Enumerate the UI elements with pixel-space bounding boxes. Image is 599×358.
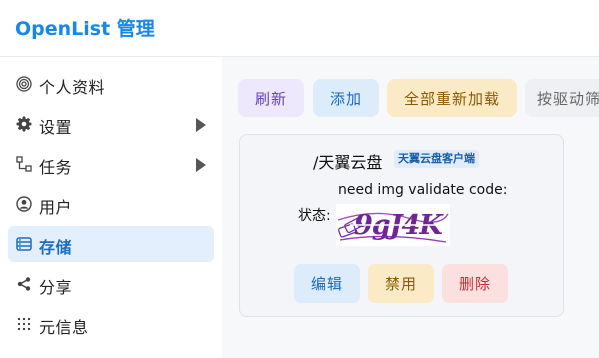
- refresh-button[interactable]: 刷新: [238, 79, 304, 117]
- disable-button[interactable]: 禁用: [368, 264, 434, 303]
- sidebar-item-label: 元信息: [39, 318, 89, 337]
- database-icon: [16, 236, 32, 252]
- status-message: need img validate code:: [338, 182, 508, 198]
- user-circle-icon: [16, 196, 32, 212]
- sidebar-item-label: 用户: [39, 198, 73, 217]
- metadata-icon: [16, 316, 32, 332]
- sidebar-item-storage[interactable]: 存储: [8, 226, 214, 262]
- sidebar-item-metadata[interactable]: 元信息: [8, 306, 214, 342]
- fingerprint-icon: [16, 76, 32, 92]
- edit-button[interactable]: 编辑: [294, 264, 360, 303]
- sidebar-item-label: 个人资料: [39, 78, 106, 97]
- sidebar-item-tasks[interactable]: 任务: [8, 146, 214, 182]
- reload-all-button[interactable]: 全部重新加载: [387, 79, 517, 117]
- sidebar-item-label: 存储: [39, 238, 73, 257]
- app-title[interactable]: OpenList 管理: [15, 14, 155, 41]
- sidebar-item-share[interactable]: 分享: [8, 266, 214, 302]
- main-content: 刷新 添加 全部重新加载 按驱动筛 /天翼云盘 天翼云盘客户端 need img…: [222, 57, 599, 358]
- sidebar-item-label: 分享: [39, 278, 73, 297]
- share-icon: [16, 276, 32, 292]
- app-header: OpenList 管理: [0, 0, 599, 57]
- status-label: 状态:: [298, 208, 331, 224]
- sidebar-item-label: 设置: [39, 118, 73, 137]
- sidebar-item-profile[interactable]: 个人资料: [8, 66, 214, 102]
- gear-icon: [16, 116, 32, 132]
- sidebar: 个人资料 设置 任务 用户 存储 分享 元信息: [0, 57, 222, 358]
- chevron-right-icon: [196, 158, 206, 172]
- add-button[interactable]: 添加: [313, 79, 379, 117]
- storage-card: /天翼云盘 天翼云盘客户端 need img validate code: 状态…: [239, 134, 564, 317]
- captcha-image: 9gJ4K: [336, 204, 450, 246]
- sidebar-item-label: 任务: [39, 158, 73, 177]
- storage-mount-path: /天翼云盘: [313, 153, 383, 172]
- driver-badge: 天翼云盘客户端: [394, 150, 479, 168]
- sidebar-item-users[interactable]: 用户: [8, 186, 214, 222]
- workflow-icon: [16, 156, 32, 172]
- chevron-right-icon: [196, 118, 206, 132]
- sidebar-item-settings[interactable]: 设置: [8, 106, 214, 142]
- delete-button[interactable]: 删除: [442, 264, 508, 303]
- filter-by-driver-select[interactable]: 按驱动筛: [525, 79, 599, 117]
